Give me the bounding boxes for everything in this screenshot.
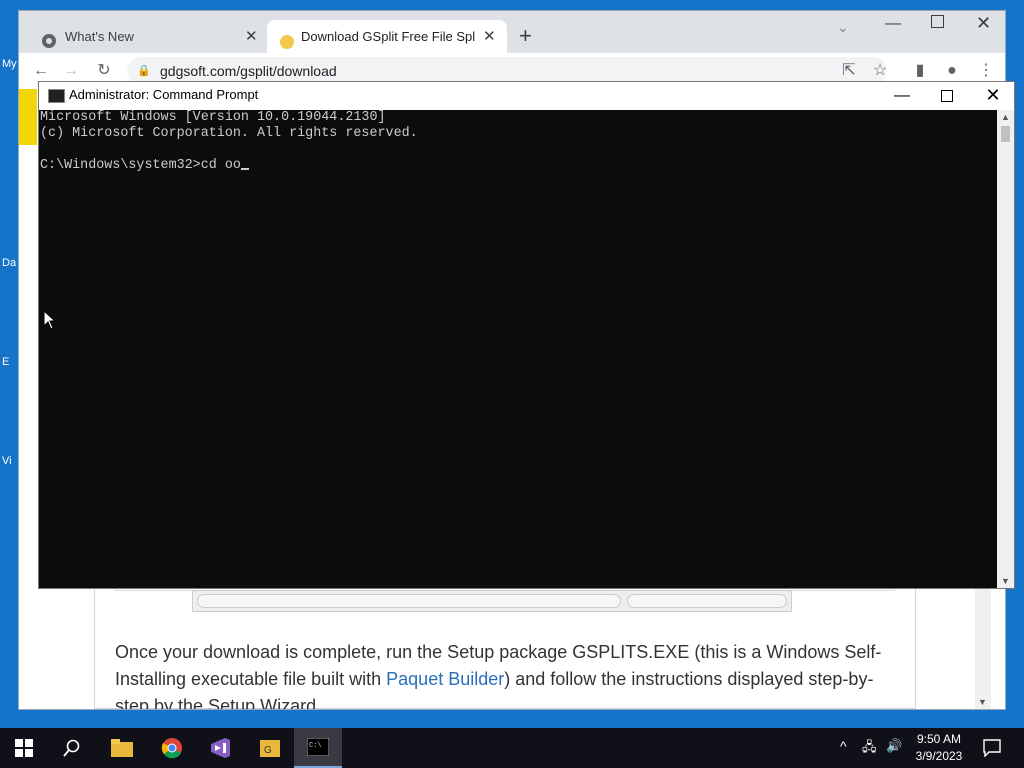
new-tab-button[interactable]: + <box>519 24 532 48</box>
chrome-icon[interactable] <box>148 728 196 768</box>
console-line: (c) Microsoft Corporation. All rights re… <box>40 126 418 141</box>
menu-dots-icon[interactable]: ⋮ <box>974 59 998 83</box>
notification-icon[interactable] <box>983 739 1001 762</box>
tab-whats-new[interactable]: What's New ✕ <box>23 20 267 53</box>
tab-gsplit-download[interactable]: Download GSplit Free File Splitte ✕ <box>267 20 507 53</box>
cmd-minimize-button[interactable]: — <box>879 82 925 110</box>
volume-icon[interactable]: 🔊 <box>886 738 902 754</box>
desktop-icon-label[interactable]: My <box>2 58 18 70</box>
minimize-button[interactable]: — <box>885 15 901 33</box>
visual-studio-icon[interactable] <box>196 728 244 768</box>
back-arrow-icon[interactable]: ← <box>29 59 53 83</box>
show-hidden-icons-icon[interactable]: ^ <box>840 738 847 754</box>
close-window-button[interactable]: ✕ <box>976 13 991 34</box>
console-line: C:\Windows\system32>cd oo <box>40 158 995 174</box>
page-banner-strip <box>19 89 37 145</box>
cmd-title: Administrator: Command Prompt <box>69 87 259 102</box>
scrollbar-thumb[interactable] <box>627 594 787 608</box>
text-cursor <box>240 168 249 170</box>
desktop-icon-label[interactable]: Vi <box>2 455 18 467</box>
scroll-up-arrow-icon[interactable]: ▲ <box>1001 112 1010 122</box>
start-icon[interactable] <box>0 728 48 768</box>
cmd-window-icon <box>48 89 65 103</box>
cmd-console-output[interactable]: Microsoft Windows [Version 10.0.19044.21… <box>40 110 995 588</box>
search-icon[interactable] <box>48 728 96 768</box>
maximize-button[interactable] <box>931 15 944 28</box>
clock-time: 9:50 AM <box>916 732 962 746</box>
horizontal-scrollbar[interactable] <box>192 590 792 612</box>
cmd-close-button[interactable]: ✕ <box>970 82 1016 110</box>
scroll-down-arrow-icon[interactable]: ▼ <box>1001 576 1010 586</box>
desktop-icon-label[interactable]: E <box>2 356 18 368</box>
desktop-icon-label[interactable]: Da <box>2 257 18 269</box>
scrollbar-thumb[interactable] <box>1001 126 1010 142</box>
share-icon[interactable]: ⇱ <box>837 59 861 83</box>
taskbar-clock[interactable]: 9:50 AM 3/9/2023 <box>904 731 974 765</box>
cmd-title-bar[interactable]: Administrator: Command Prompt — ✕ <box>39 82 1014 110</box>
close-tab-icon[interactable]: ✕ <box>245 20 258 53</box>
command-prompt-window: Administrator: Command Prompt — ✕ Micros… <box>38 81 1015 589</box>
side-panel-icon[interactable]: ▮ <box>908 59 932 83</box>
paquet-builder-link[interactable]: Paquet Builder <box>386 669 504 689</box>
scrollbar-thumb[interactable] <box>197 594 621 608</box>
forward-arrow-icon[interactable]: → <box>59 59 83 83</box>
file-explorer-icon[interactable] <box>98 728 146 768</box>
bookmark-star-icon[interactable]: ☆ <box>868 59 892 83</box>
reload-icon[interactable]: ↻ <box>92 59 116 83</box>
taskbar: G C:\ ^ 🖧 🔊 9:50 AM 3/9/2023 <box>0 728 1024 768</box>
svg-text:C:\: C:\ <box>309 742 322 750</box>
cmd-scrollbar[interactable]: ▲ ▼ <box>997 110 1014 588</box>
tab-strip: What's New ✕ Download GSplit Free File S… <box>19 11 1005 53</box>
console-line: Microsoft Windows [Version 10.0.19044.21… <box>40 110 386 125</box>
mouse-cursor-icon <box>43 309 57 335</box>
tab-search-icon[interactable]: ⌄ <box>837 19 849 36</box>
scroll-down-arrow-icon[interactable]: ▼ <box>978 697 987 707</box>
prompt-input: C:\Windows\system32>cd oo <box>40 158 241 173</box>
instructions-paragraph: Once your download is complete, run the … <box>115 639 905 709</box>
gsplit-icon[interactable]: G <box>246 728 294 768</box>
cmd-icon[interactable]: C:\ <box>294 728 342 768</box>
profile-avatar-icon[interactable]: ● <box>940 59 964 83</box>
network-icon[interactable]: 🖧 <box>862 738 877 760</box>
tab-title: Download GSplit Free File Splitte <box>301 29 475 44</box>
svg-text:G: G <box>264 745 272 756</box>
close-tab-icon[interactable]: ✕ <box>483 20 496 53</box>
tab-title: What's New <box>65 29 134 44</box>
clock-date: 3/9/2023 <box>915 749 963 763</box>
cmd-maximize-button[interactable] <box>924 82 970 110</box>
